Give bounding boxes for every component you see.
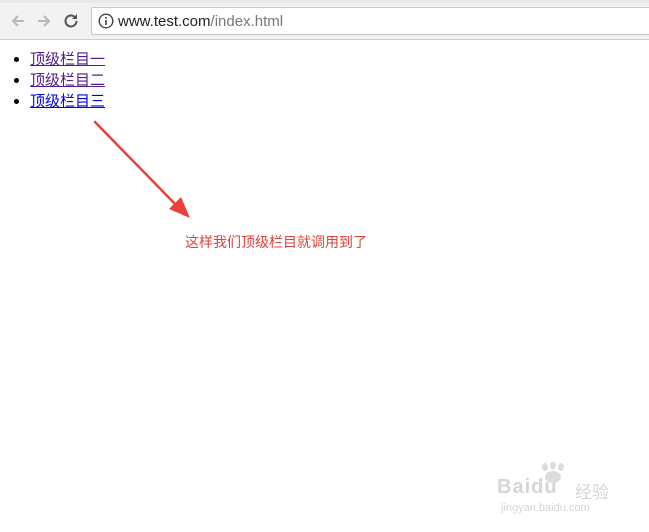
url-text: www.test.com/index.html [118,13,283,30]
reload-icon [64,14,78,28]
menu-link-3[interactable]: 顶级栏目三 [30,92,105,110]
menu-link-2[interactable]: 顶级栏目二 [30,71,105,89]
top-level-menu: 顶级栏目一 顶级栏目二 顶级栏目三 [0,49,105,112]
menu-item: 顶级栏目二 [30,70,105,91]
address-bar[interactable]: www.test.com/index.html [91,7,649,35]
pointer-arrow-icon [93,120,190,218]
menu-item: 顶级栏目三 [30,91,105,112]
watermark-site: jingyan.baidu.com [501,502,590,514]
menu-link-1[interactable]: 顶级栏目一 [30,50,105,68]
back-button[interactable] [6,9,30,33]
annotation-text: 这样我们顶级栏目就调用到了 [185,235,367,251]
arrow-left-icon [11,15,24,27]
arrow-right-icon [38,15,51,27]
baidu-jingyan-watermark: Baidu 经验 jingyan.baidu.com [497,462,617,522]
url-host: www.test.com [118,13,211,30]
browser-toolbar: www.test.com/index.html [0,3,649,40]
menu-item: 顶级栏目一 [30,49,105,70]
url-path: /index.html [210,13,284,30]
reload-button[interactable] [59,9,83,33]
forward-button[interactable] [32,9,56,33]
baidu-logo-text: Baidu [497,476,558,498]
jingyan-label: 经验 [575,483,609,502]
info-icon[interactable] [98,13,114,29]
